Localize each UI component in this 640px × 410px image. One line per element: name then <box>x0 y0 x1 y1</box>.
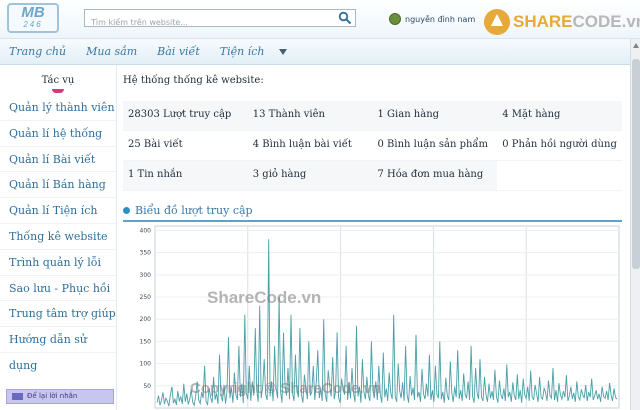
scroll-up-icon[interactable] <box>633 43 639 48</box>
watermark-logo: SHARECODE.vn <box>484 9 640 35</box>
stat-visits: 28303 Lượt truy cập <box>123 101 248 130</box>
sidebar: Tác vụ Quản lý thành viên Quản lí hệ thố… <box>0 65 117 410</box>
stat-stores: 1 Gian hàng <box>372 101 498 130</box>
watermark-logo-pre: SHARE <box>513 12 573 31</box>
section-title: Hệ thống thống kê website: <box>123 75 264 86</box>
stat-messages: 1 Tin nhắn <box>123 161 248 190</box>
y-tick-label: 150 <box>140 338 152 345</box>
stat-product-comments: 0 Bình luận sản phẩm <box>377 139 489 150</box>
search-icon[interactable] <box>338 11 352 25</box>
main-content: Hệ thống thống kê website: 28303 Lượt tr… <box>117 65 630 410</box>
chart-title-label: Biểu đồ lượt truy cập <box>135 204 253 217</box>
heading-marker <box>52 89 64 93</box>
page-scrollbar[interactable] <box>630 39 640 410</box>
leave-message-button[interactable]: Để lại lời nhắn <box>6 389 114 404</box>
sidebar-item-guide[interactable]: Hướng dẫn sử dụng <box>0 327 116 372</box>
sharecode-logo-icon <box>484 9 510 35</box>
bullet-icon <box>123 207 130 214</box>
user-name: nguyễn đình nam <box>405 14 476 24</box>
nav-more-icon[interactable] <box>279 48 288 55</box>
site-logo[interactable]: MB 246 <box>7 3 59 33</box>
sidebar-item-utilities[interactable]: Quản lí Tiện ích <box>0 198 116 224</box>
search-input[interactable] <box>85 14 335 31</box>
sidebar-heading-label: Tác vụ <box>41 75 75 86</box>
sidebar-item-posts[interactable]: Quản lí Bài viết <box>0 147 116 173</box>
sidebar-item-error-manager[interactable]: Trình quản lý lỗi <box>0 250 116 276</box>
y-tick-label: 250 <box>140 294 152 301</box>
stat-posts: 25 Bài viết <box>128 139 183 150</box>
stats-row: 25 Bài viết 4 Bình luận bài viết 0 Bình … <box>123 131 622 161</box>
watermark-bottom: Copyright © ShareCode.vn <box>190 380 382 397</box>
y-tick-label: 100 <box>140 361 152 368</box>
nav-item-shopping[interactable]: Mua sắm <box>86 45 137 58</box>
sidebar-item-backup[interactable]: Sao lưu - Phục hồi <box>0 276 116 302</box>
user-info[interactable]: nguyễn đình nam <box>389 12 475 26</box>
sidebar-item-system[interactable]: Quản lí hệ thống <box>0 121 116 147</box>
y-tick-label: 300 <box>140 272 152 279</box>
stats-row: 28303 Lượt truy cập 13 Thành viên 1 Gian… <box>123 101 622 131</box>
logo-subtext: 246 <box>23 20 43 29</box>
stat-feedback: 0 Phản hồi người dùng <box>502 139 617 150</box>
main-nav: Trang chủ Mua sắm Bài viết Tiện ích <box>0 39 630 65</box>
stat-empty <box>497 161 622 190</box>
sidebar-heading: Tác vụ <box>0 65 116 95</box>
stat-carts: 3 giỏ hàng <box>247 161 373 190</box>
stats-grid: 28303 Lượt truy cập 13 Thành viên 1 Gian… <box>123 101 622 191</box>
stats-row: 1 Tin nhắn 3 giỏ hàng 7 Hóa đơn mua hàng <box>123 161 622 191</box>
stat-post-comments: 4 Bình luận bài viết <box>252 139 352 150</box>
user-avatar-icon <box>389 13 401 25</box>
watermark-logo-text: SHARECODE.vn <box>513 12 640 32</box>
y-tick-label: 350 <box>140 250 152 257</box>
sidebar-item-statistics[interactable]: Thống kê website <box>0 224 116 250</box>
sidebar-item-members[interactable]: Quản lý thành viên <box>0 95 116 121</box>
leave-message-label: Để lại lời nhắn <box>27 392 78 400</box>
mail-icon <box>12 393 23 400</box>
watermark-logo-post: CODE.vn <box>572 12 640 31</box>
nav-item-utilities[interactable]: Tiện ích <box>220 45 265 58</box>
stat-products: 4 Mặt hàng <box>497 101 622 130</box>
sidebar-item-sales[interactable]: Quản lí Bán hàng <box>0 172 116 199</box>
y-tick-label: 50 <box>143 383 151 390</box>
stat-invoices: 7 Hóa đơn mua hàng <box>372 161 498 190</box>
watermark-center: ShareCode.vn <box>207 288 322 307</box>
logo-text: MB <box>21 4 45 21</box>
chart-title: Biểu đồ lượt truy cập <box>123 204 253 217</box>
top-bar: MB 246 nguyễn đình nam SHARECODE.vn <box>0 0 640 39</box>
nav-item-home[interactable]: Trang chủ <box>9 45 66 58</box>
stat-members: 13 Thành viên <box>247 101 373 130</box>
sidebar-item-help-center[interactable]: Trung tâm trợ giúp <box>0 301 116 328</box>
scroll-thumb[interactable] <box>632 59 640 269</box>
y-tick-label: 200 <box>140 316 152 323</box>
nav-item-posts[interactable]: Bài viết <box>157 45 200 58</box>
search-box <box>84 9 356 31</box>
y-tick-label: 400 <box>140 227 152 234</box>
